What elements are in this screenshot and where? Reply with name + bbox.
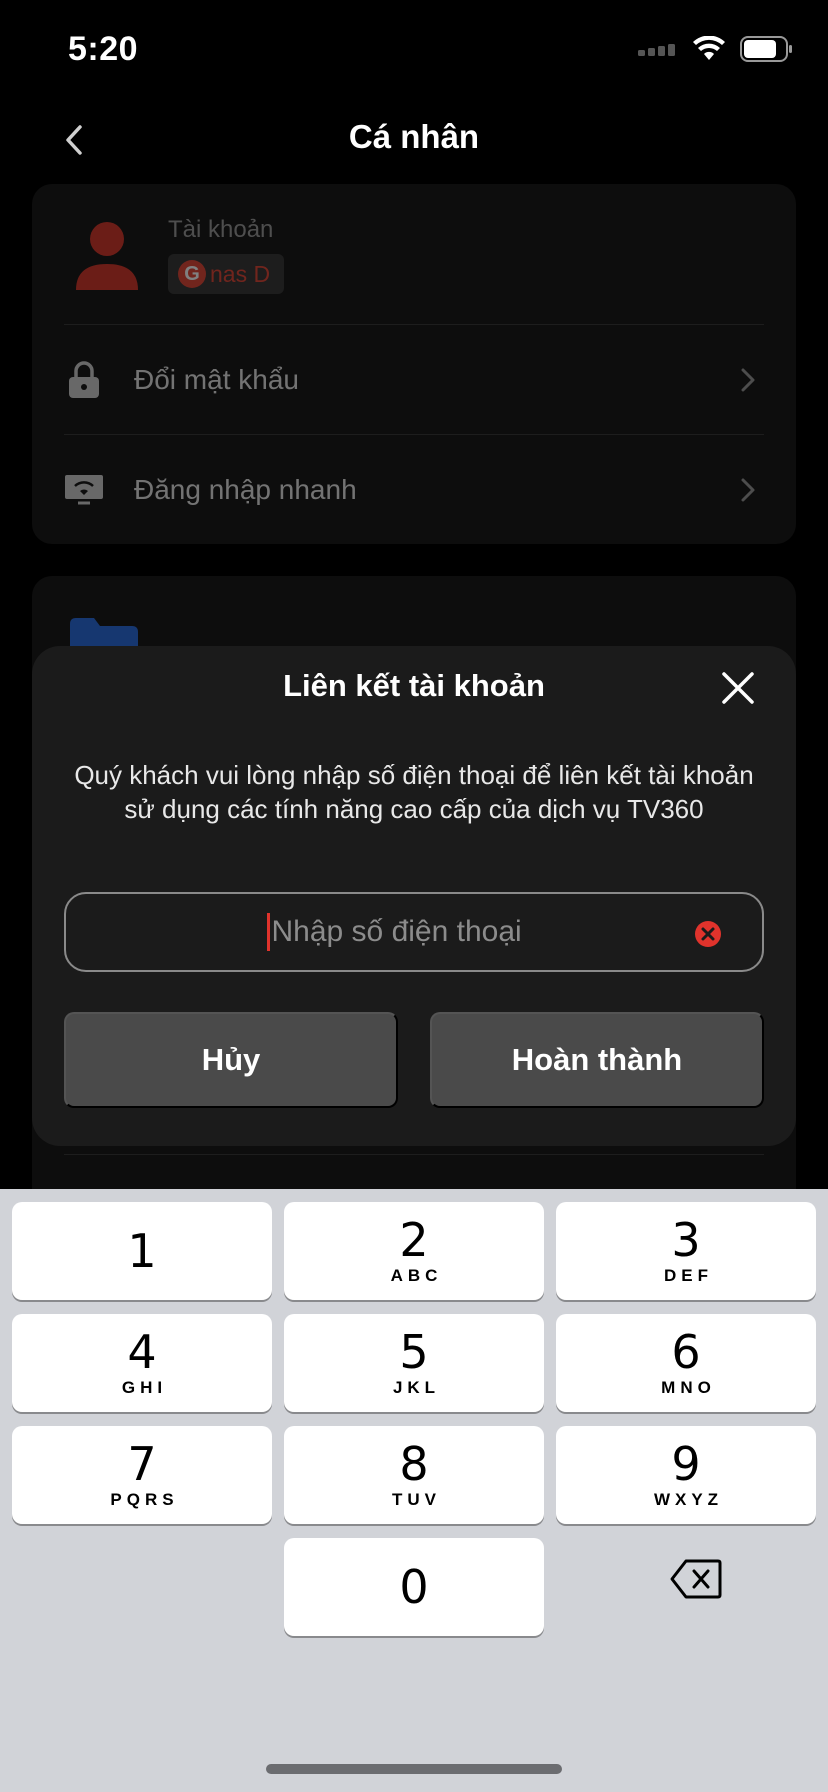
status-bar: 5:20 <box>0 0 828 100</box>
done-button[interactable]: Hoàn thành <box>430 1012 764 1108</box>
key-5[interactable]: 5 JKL <box>284 1314 544 1412</box>
avatar <box>76 222 138 290</box>
key-number: 6 <box>671 1325 701 1379</box>
key-3[interactable]: 3 DEF <box>556 1202 816 1300</box>
link-account-modal: Liên kết tài khoản Quý khách vui lòng nh… <box>32 646 796 1146</box>
key-7[interactable]: 7 PQRS <box>12 1426 272 1524</box>
tv-icon <box>64 470 104 510</box>
lock-icon <box>64 360 104 400</box>
key-number: 4 <box>127 1325 157 1379</box>
account-badge[interactable]: G nas D <box>168 254 285 294</box>
status-indicators <box>638 34 794 64</box>
key-number: 2 <box>399 1213 429 1267</box>
text-caret <box>266 913 270 951</box>
key-letters: WXYZ <box>653 1490 724 1509</box>
key-number: 5 <box>399 1325 429 1379</box>
chevron-right-icon <box>741 478 755 502</box>
account-name: nas D <box>210 260 271 287</box>
key-1[interactable]: 1 <box>12 1202 272 1300</box>
wifi-icon <box>693 36 725 60</box>
phone-input[interactable] <box>271 915 562 949</box>
divider <box>64 1154 764 1155</box>
cellular-signal-icon <box>638 44 675 56</box>
key-number: 8 <box>399 1437 429 1491</box>
battery-icon <box>740 36 792 62</box>
phone-field[interactable] <box>64 892 764 972</box>
key-6[interactable]: 6 MNO <box>556 1314 816 1412</box>
menu-item-label: Đổi mật khẩu <box>134 364 299 395</box>
menu-item-change-password[interactable]: Đổi mật khẩu <box>64 326 764 434</box>
key-letters: GHI <box>121 1378 168 1397</box>
key-letters: JKL <box>392 1378 441 1397</box>
key-8[interactable]: 8 TUV <box>284 1426 544 1524</box>
key-0[interactable]: 0 <box>284 1538 544 1636</box>
divider <box>64 434 764 435</box>
key-letters: ABC <box>390 1266 443 1285</box>
key-number: 1 <box>127 1224 157 1278</box>
key-number: 3 <box>671 1213 701 1267</box>
account-label: Tài khoản <box>168 216 274 243</box>
key-4[interactable]: 4 GHI <box>12 1314 272 1412</box>
key-letters: DEF <box>664 1266 713 1285</box>
page-title: Cá nhân <box>348 118 480 155</box>
key-letters: MNO <box>661 1378 716 1397</box>
key-2[interactable]: 2 ABC <box>284 1202 544 1300</box>
profile-card: Tài khoản G nas D Đổi mật khẩu Đăng nhập… <box>32 184 796 544</box>
key-number: 0 <box>399 1560 429 1614</box>
key-number: 9 <box>671 1437 701 1491</box>
menu-item-quick-login[interactable]: Đăng nhập nhanh <box>64 436 764 544</box>
chevron-right-icon <box>741 368 755 392</box>
clear-input-icon[interactable] <box>694 920 722 948</box>
key-letters: TUV <box>392 1490 441 1509</box>
key-number: 7 <box>127 1437 157 1491</box>
key-letters: PQRS <box>110 1490 179 1509</box>
modal-description: Quý khách vui lòng nhập số điện thoại để… <box>74 760 754 824</box>
home-indicator[interactable] <box>266 1764 562 1774</box>
status-time: 5:20 <box>68 30 139 68</box>
modal-title: Liên kết tài khoản <box>283 668 545 703</box>
close-icon[interactable] <box>720 670 756 706</box>
divider <box>64 324 764 325</box>
menu-item-label: Đăng nhập nhanh <box>134 474 357 505</box>
cancel-button[interactable]: Hủy <box>64 1012 398 1108</box>
google-icon: G <box>178 260 206 288</box>
backspace-icon[interactable] <box>670 1558 722 1600</box>
key-9[interactable]: 9 WXYZ <box>556 1426 816 1524</box>
